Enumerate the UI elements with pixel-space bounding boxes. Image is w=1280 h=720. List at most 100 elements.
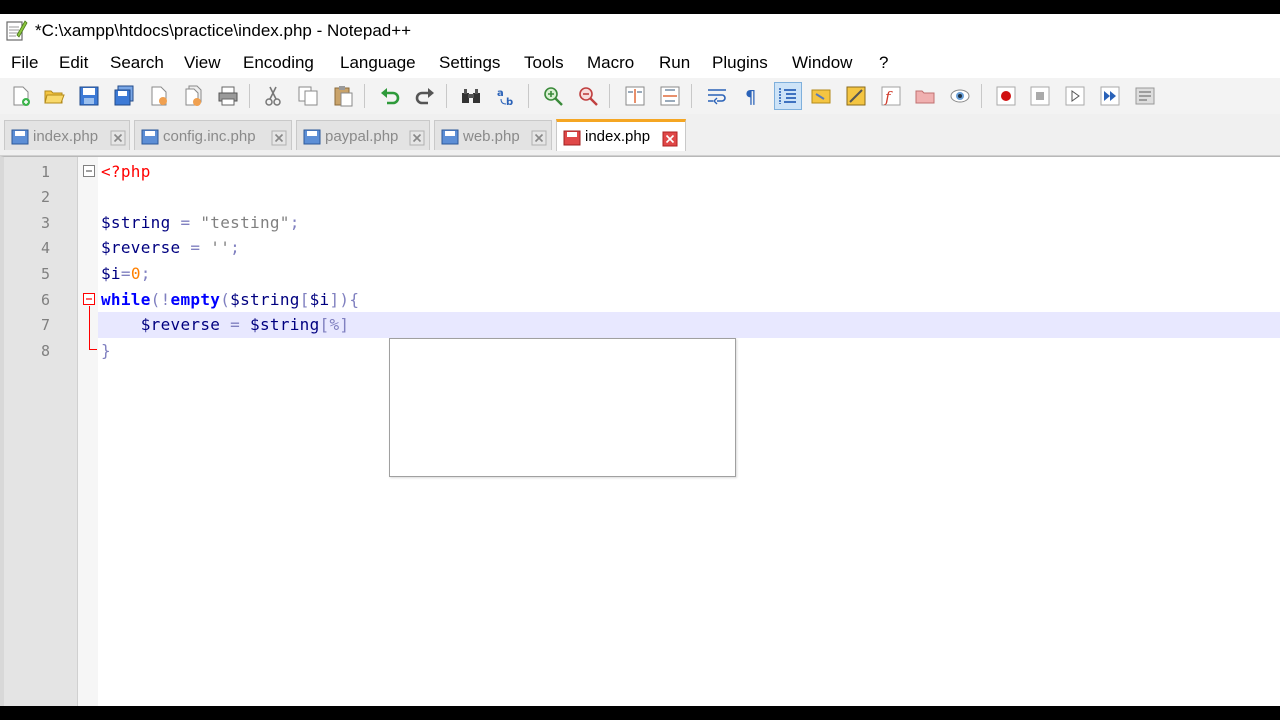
code-token: $i — [309, 290, 330, 309]
tab-index-php-active[interactable]: index.php — [556, 119, 686, 151]
run-macro-multiple-icon[interactable] — [1096, 82, 1124, 110]
menu-window[interactable]: Window — [792, 53, 852, 73]
save-all-icon[interactable] — [110, 82, 138, 110]
menu-edit[interactable]: Edit — [59, 53, 88, 73]
monitoring-icon[interactable] — [946, 82, 974, 110]
code-line: $string = "testing"; — [101, 213, 300, 232]
tab-label: index.php — [585, 128, 651, 145]
sync-horizontal-icon[interactable] — [656, 82, 684, 110]
close-icon[interactable] — [662, 131, 678, 147]
notepad-plus-plus-icon — [6, 20, 28, 41]
fold-collapse-icon[interactable] — [83, 293, 95, 305]
tab-web-php[interactable]: web.php — [434, 120, 552, 150]
line-number: 3 — [40, 214, 50, 232]
function-list-icon[interactable]: f — [877, 82, 905, 110]
code-token: '' — [210, 238, 231, 257]
code-token: <?php — [101, 162, 151, 181]
undo-icon[interactable] — [376, 82, 404, 110]
code-token: [ — [319, 315, 330, 334]
user-language-icon[interactable] — [807, 82, 835, 110]
toolbar-separator — [981, 84, 982, 108]
title-bar: *C:\xampp\htdocs\practice\index.php - No… — [0, 14, 1280, 48]
fold-collapse-icon[interactable] — [83, 165, 95, 177]
menu-encoding[interactable]: Encoding — [243, 53, 314, 73]
folder-as-workspace-icon[interactable] — [911, 82, 939, 110]
code-token: ]){ — [329, 290, 360, 309]
toolbar: ab ¶ f — [0, 78, 1280, 114]
code-token: "testing" — [200, 213, 290, 232]
line-number: 2 — [40, 188, 50, 206]
menu-macro[interactable]: Macro — [587, 53, 634, 73]
open-file-icon[interactable] — [40, 82, 68, 110]
line-number: 5 — [40, 265, 50, 283]
line-number: 6 — [40, 291, 50, 309]
indent-guide-icon[interactable] — [774, 82, 802, 110]
find-icon[interactable] — [457, 82, 485, 110]
record-macro-icon[interactable] — [992, 82, 1020, 110]
window-title: *C:\xampp\htdocs\practice\index.php - No… — [35, 21, 412, 40]
saved-file-icon — [11, 129, 29, 145]
menu-run[interactable]: Run — [659, 53, 690, 73]
show-all-characters-icon[interactable]: ¶ — [737, 82, 765, 110]
cut-icon[interactable] — [259, 82, 287, 110]
saved-file-icon — [303, 129, 321, 145]
word-wrap-icon[interactable] — [703, 82, 731, 110]
toolbar-separator — [609, 84, 610, 108]
code-token: $reverse — [101, 238, 181, 257]
autocomplete-popup[interactable] — [389, 338, 736, 477]
code-token: = — [120, 264, 131, 283]
zoom-in-icon[interactable] — [539, 82, 567, 110]
code-token: = — [170, 213, 201, 232]
close-icon[interactable] — [110, 130, 126, 146]
close-icon[interactable] — [145, 82, 173, 110]
close-icon[interactable] — [271, 130, 287, 146]
tab-label: paypal.php — [325, 128, 399, 145]
close-icon[interactable] — [531, 130, 547, 146]
tab-label: config.inc.php — [163, 128, 256, 145]
tab-config-inc-php[interactable]: config.inc.php — [134, 120, 292, 150]
menu-view[interactable]: View — [184, 53, 221, 73]
stop-recording-icon[interactable] — [1026, 82, 1054, 110]
replace-icon[interactable]: ab — [493, 82, 521, 110]
save-macro-icon[interactable] — [1131, 82, 1159, 110]
menu-file[interactable]: File — [11, 53, 38, 73]
code-line: <?php — [101, 162, 151, 181]
fold-end — [89, 349, 97, 350]
close-icon[interactable] — [409, 130, 425, 146]
toolbar-separator — [446, 84, 447, 108]
code-line: while(!empty($string[$i]){ — [101, 290, 359, 309]
sync-vertical-icon[interactable] — [621, 82, 649, 110]
menu-tools[interactable]: Tools — [524, 53, 564, 73]
tab-index-php-1[interactable]: index.php — [4, 120, 130, 150]
saved-file-icon — [441, 129, 459, 145]
code-token: $string — [250, 315, 320, 334]
tab-paypal-php[interactable]: paypal.php — [296, 120, 430, 150]
code-line: $reverse = $string[%] — [101, 315, 349, 334]
line-number: 1 — [40, 163, 50, 181]
code-token: $i — [101, 264, 121, 283]
redo-icon[interactable] — [411, 82, 439, 110]
line-number: 7 — [40, 316, 50, 334]
menu-search[interactable]: Search — [110, 53, 164, 73]
copy-icon[interactable] — [294, 82, 322, 110]
print-icon[interactable] — [214, 82, 242, 110]
document-map-icon[interactable] — [842, 82, 870, 110]
fold-margin — [78, 157, 98, 706]
code-token: % — [329, 315, 340, 334]
menu-language[interactable]: Language — [340, 53, 416, 73]
unsaved-file-icon — [563, 130, 581, 146]
menu-plugins[interactable]: Plugins — [712, 53, 768, 73]
line-number: 8 — [40, 342, 50, 360]
paste-icon[interactable] — [329, 82, 357, 110]
new-file-icon[interactable] — [7, 82, 35, 110]
zoom-out-icon[interactable] — [574, 82, 602, 110]
menu-help[interactable]: ? — [879, 53, 888, 73]
saved-file-icon — [141, 129, 159, 145]
svg-text:¶: ¶ — [745, 87, 756, 107]
close-all-icon[interactable] — [180, 82, 208, 110]
save-icon[interactable] — [75, 82, 103, 110]
code-token: $reverse — [140, 315, 221, 334]
menu-settings[interactable]: Settings — [439, 53, 500, 73]
playback-macro-icon[interactable] — [1061, 82, 1089, 110]
